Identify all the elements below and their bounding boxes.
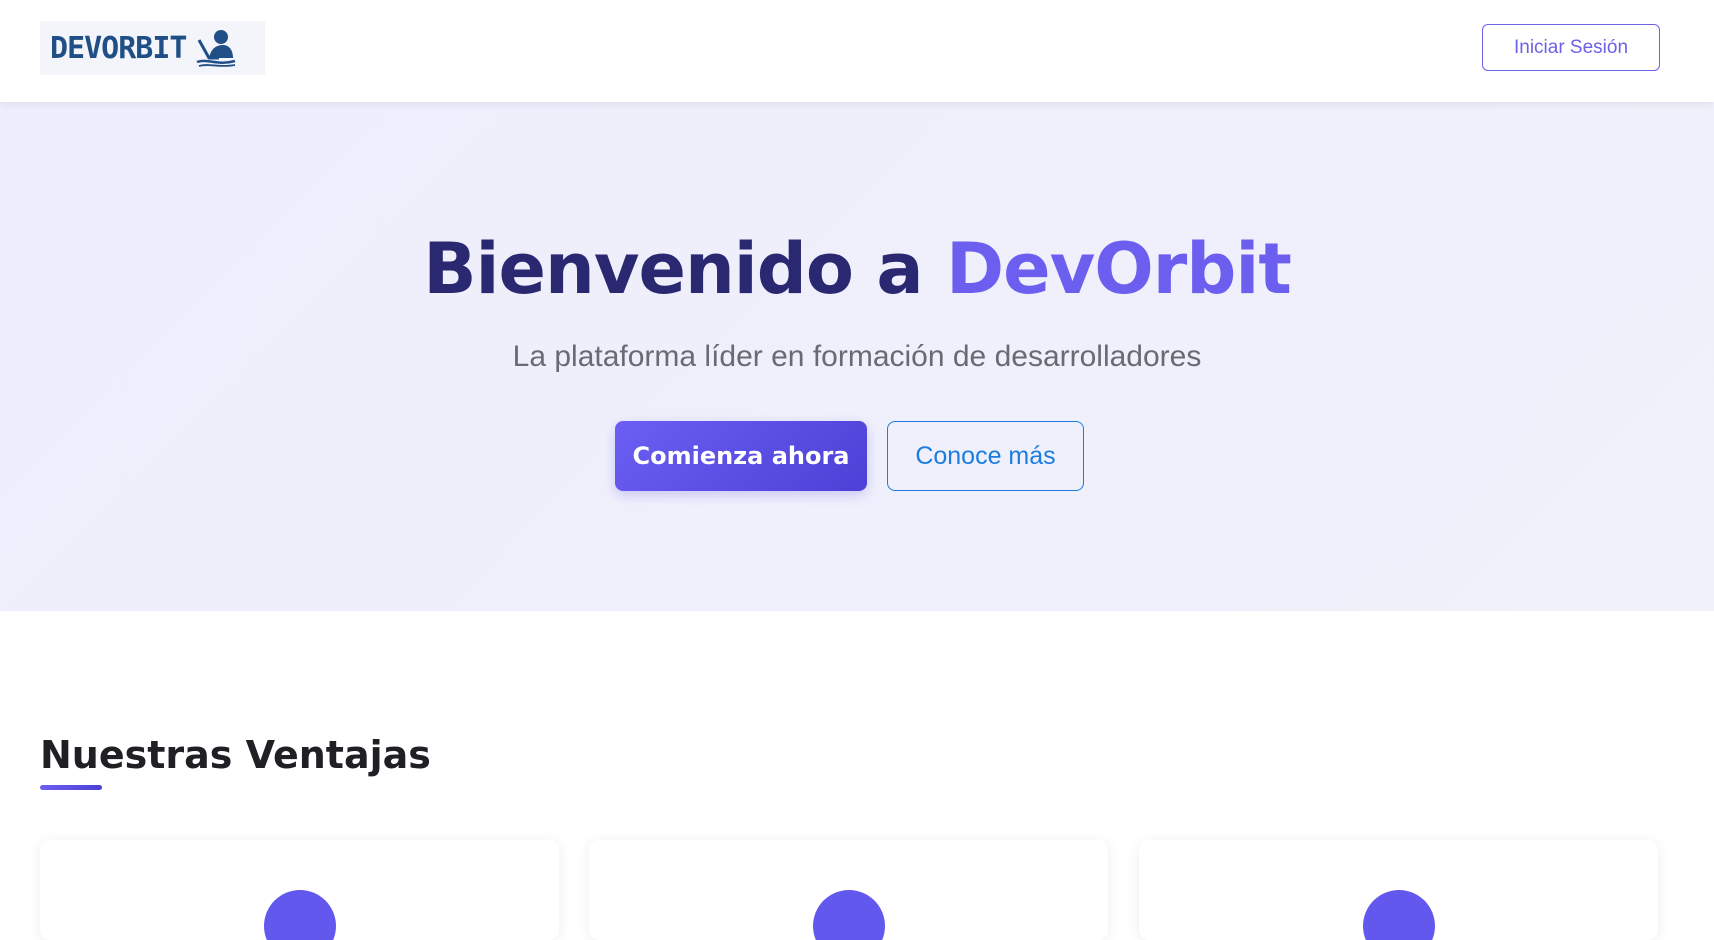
feature-icon bbox=[264, 890, 336, 940]
feature-icon bbox=[1363, 890, 1435, 940]
feature-card bbox=[589, 840, 1108, 940]
get-started-button[interactable]: Comienza ahora bbox=[615, 421, 867, 491]
features-title-underline bbox=[40, 785, 102, 790]
hero-title-brand: DevOrbit bbox=[945, 228, 1292, 310]
logo-text: DEVORBIT bbox=[50, 30, 187, 66]
features-title: Nuestras Ventajas bbox=[40, 733, 431, 777]
feature-card bbox=[1139, 840, 1658, 940]
devorbit-logo[interactable]: DEVORBIT bbox=[40, 21, 265, 75]
top-navbar: DEVORBIT Iniciar Sesión bbox=[0, 0, 1714, 102]
feature-icon bbox=[813, 890, 885, 940]
login-button[interactable]: Iniciar Sesión bbox=[1482, 24, 1660, 71]
developer-laptop-icon bbox=[196, 30, 235, 67]
hero-subtitle: La plataforma líder en formación de desa… bbox=[512, 340, 1202, 373]
learn-more-button[interactable]: Conoce más bbox=[887, 421, 1084, 491]
feature-card bbox=[40, 840, 559, 940]
hero-title: Bienvenido a DevOrbit bbox=[0, 228, 1714, 310]
hero-title-prefix: Bienvenido a bbox=[423, 228, 946, 310]
hero-section: Bienvenido a DevOrbit La plataforma líde… bbox=[0, 102, 1714, 611]
